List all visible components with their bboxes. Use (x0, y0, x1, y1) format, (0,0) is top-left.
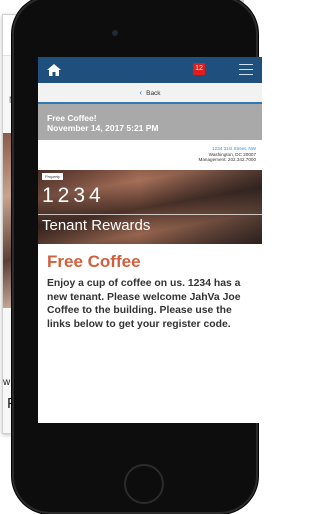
app-bar: 12 (38, 57, 262, 83)
building-address: 1234 31st Street, NW Washington, DC 2000… (38, 140, 262, 170)
home-button[interactable] (124, 464, 164, 504)
front-camera (112, 30, 118, 36)
banner-divider (38, 214, 262, 215)
hamburger-menu-icon[interactable] (239, 64, 253, 76)
address-management: Management: 202.342.7000 (198, 157, 256, 163)
back-bar[interactable]: ‹ Back (38, 83, 262, 104)
post-title-bar: Free Coffee! November 14, 2017 5:21 PM (38, 104, 262, 140)
post-headline: Free Coffee (47, 252, 141, 271)
home-icon[interactable] (46, 62, 62, 78)
post-content: Free Coffee Enjoy a cup of coffee on us.… (38, 244, 262, 331)
back-link[interactable]: Back (146, 90, 160, 97)
banner-label: Tenant Rewards (42, 217, 151, 234)
chevron-left-icon: ‹ (139, 88, 143, 97)
phone-screen: 12 ‹ Back Free Coffee! November 14, 2017 … (38, 57, 262, 423)
notification-badge[interactable]: 12 (193, 63, 205, 75)
background-letter-w: w (3, 377, 11, 388)
post-title: Free Coffee! (47, 113, 97, 123)
post-body: Enjoy a cup of coffee on us. 1234 has a … (47, 278, 241, 330)
phone-frame: 12 ‹ Back Free Coffee! November 14, 2017 … (12, 0, 262, 514)
banner-building-number: 1234 (42, 184, 105, 207)
post-date: November 14, 2017 5:21 PM (47, 123, 159, 133)
property-logo: Property (42, 173, 64, 180)
tenant-rewards-banner: Property 1234 Tenant Rewards (38, 170, 262, 244)
